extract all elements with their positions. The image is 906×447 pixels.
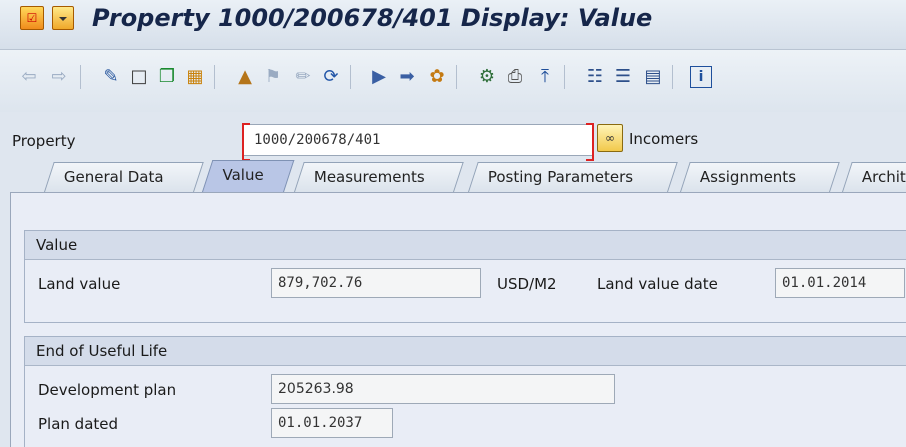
end-of-useful-life-group: End of Useful Life Development plan 2052… — [24, 336, 906, 447]
info-icon[interactable]: i — [690, 66, 712, 88]
print-icon[interactable]: ⎙ — [504, 66, 526, 88]
toolbar-separator — [350, 65, 351, 89]
tab-value[interactable]: Value — [202, 160, 295, 192]
land-value-date-label: Land value date — [597, 275, 718, 293]
forward-arrow-icon[interactable]: ⇨ — [48, 66, 70, 88]
refresh-icon[interactable]: ⟳ — [320, 66, 342, 88]
tab-measurements[interactable]: Measurements — [294, 162, 464, 192]
toolbar-separator — [80, 65, 81, 89]
sap-app-icon[interactable]: ☑ — [20, 6, 44, 30]
land-value-date-field[interactable]: 01.01.2014 — [775, 268, 905, 298]
tab-architecture[interactable]: Archit — [842, 162, 906, 192]
value-group: Value Land value 879,702.76 USD/M2 Land … — [24, 230, 906, 323]
hierarchy-icon[interactable]: ▲ — [234, 66, 256, 88]
window-title: Property 1000/200678/401 Display: Value — [92, 4, 653, 32]
application-toolbar: ⇦ ⇨ ✎ □ ❐ ▦ ▲ ⚑ ✏ ⟳ ▶ ➡ ✿ ⚙ ⎙ ⤒ ☷ ☰ ▤ i — [0, 50, 906, 112]
tab-assignments[interactable]: Assignments — [680, 162, 840, 192]
property-lookup-button[interactable]: ∞ — [597, 124, 623, 152]
toolbar-separator — [456, 65, 457, 89]
development-plan-label: Development plan — [38, 381, 177, 399]
other-property-icon[interactable]: ▦ — [184, 66, 206, 88]
toolbar-separator — [214, 65, 215, 89]
title-bar: ☑ Property 1000/200678/401 Display: Valu… — [0, 0, 906, 50]
list-icon[interactable]: ☰ — [612, 66, 634, 88]
property-label: Property — [12, 132, 76, 150]
back-arrow-icon[interactable]: ⇦ — [18, 66, 40, 88]
land-value-field[interactable]: 879,702.76 — [271, 268, 481, 298]
land-value-unit: USD/M2 — [497, 275, 557, 293]
find-icon[interactable]: ⚙ — [476, 66, 498, 88]
toolbar-separator — [672, 65, 673, 89]
table-icon[interactable]: ▤ — [642, 66, 664, 88]
next-icon[interactable]: ➡ — [396, 66, 418, 88]
tab-strip: General Data Value Measurements Posting … — [0, 160, 906, 192]
tab-general-data[interactable]: General Data — [44, 162, 204, 192]
plan-dated-field[interactable]: 01.01.2037 — [271, 408, 393, 438]
copy-icon[interactable]: ❐ — [156, 66, 178, 88]
tab-posting-parameters[interactable]: Posting Parameters — [468, 162, 678, 192]
glasses-icon: ∞ — [605, 131, 615, 145]
transport-icon[interactable]: ⤒ — [534, 66, 556, 88]
settings-icon[interactable]: ✿ — [426, 66, 448, 88]
development-plan-field[interactable]: 205263.98 — [271, 374, 615, 404]
flag-icon[interactable]: ⚑ — [262, 66, 284, 88]
edit-icon[interactable]: ✏ — [292, 66, 314, 88]
plan-dated-label: Plan dated — [38, 415, 119, 433]
toolbar-separator — [564, 65, 565, 89]
new-document-icon[interactable]: □ — [128, 66, 150, 88]
tab-panel-value: Value Land value 879,702.76 USD/M2 Land … — [10, 192, 906, 447]
value-group-title: Value — [25, 231, 906, 260]
structure-icon[interactable]: ☷ — [584, 66, 606, 88]
property-description: Incomers — [629, 130, 699, 148]
display-change-icon[interactable]: ✎ — [100, 66, 122, 88]
end-of-useful-life-title: End of Useful Life — [25, 337, 906, 366]
land-value-label: Land value — [38, 275, 121, 293]
export-icon[interactable]: ▶ — [368, 66, 390, 88]
system-menu-dropdown-icon[interactable] — [52, 6, 74, 30]
property-input[interactable]: 1000/200678/401 — [242, 123, 594, 161]
